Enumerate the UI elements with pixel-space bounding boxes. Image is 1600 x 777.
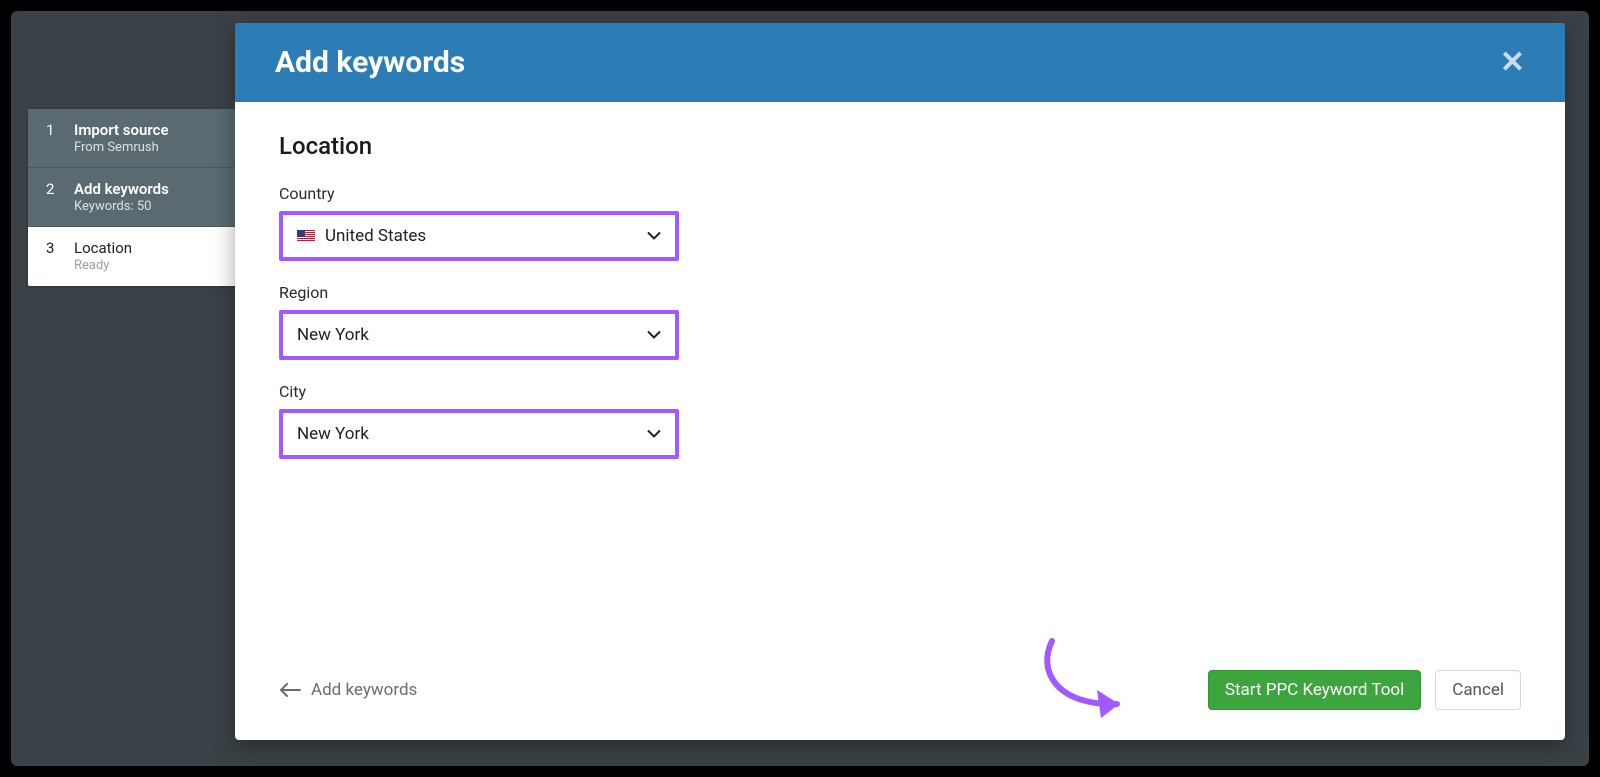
back-button[interactable]: Add keywords xyxy=(279,680,417,700)
us-flag-icon xyxy=(297,230,315,242)
step-number: 3 xyxy=(46,239,58,257)
step-sub: Keywords: 50 xyxy=(74,199,169,214)
modal-footer: Add keywords Start PPC Keyword Tool Canc… xyxy=(235,652,1565,740)
step-label: Add keywords xyxy=(74,180,169,198)
country-label: Country xyxy=(279,184,679,203)
step-location[interactable]: 3 Location Ready xyxy=(28,227,248,286)
region-value: New York xyxy=(297,325,369,345)
close-icon[interactable]: ✕ xyxy=(1500,48,1525,78)
chevron-down-icon xyxy=(647,430,661,439)
chevron-down-icon xyxy=(647,232,661,241)
highlight-country: United States xyxy=(279,211,679,261)
step-sub: From Semrush xyxy=(74,140,169,155)
modal-body: Location Country United States Region xyxy=(235,102,1565,652)
section-title: Location xyxy=(279,132,1521,160)
start-ppc-keyword-tool-button[interactable]: Start PPC Keyword Tool xyxy=(1208,670,1421,710)
country-value: United States xyxy=(325,226,426,246)
highlight-region: New York xyxy=(279,310,679,360)
add-keywords-modal: Add keywords ✕ Location Country United S… xyxy=(235,23,1565,740)
field-region: Region New York xyxy=(279,283,679,360)
step-label: Import source xyxy=(74,121,169,139)
highlight-city: New York xyxy=(279,409,679,459)
wizard-stepper: 1 Import source From Semrush 2 Add keywo… xyxy=(28,109,248,286)
step-label: Location xyxy=(74,239,132,257)
region-select[interactable]: New York xyxy=(283,314,675,356)
step-number: 2 xyxy=(46,180,58,198)
back-label: Add keywords xyxy=(311,680,417,700)
modal-header: Add keywords ✕ xyxy=(235,23,1565,102)
city-label: City xyxy=(279,382,679,401)
step-number: 1 xyxy=(46,121,58,139)
country-select[interactable]: United States xyxy=(283,215,675,257)
cancel-button[interactable]: Cancel xyxy=(1435,670,1521,710)
region-label: Region xyxy=(279,283,679,302)
step-sub: Ready xyxy=(74,258,132,273)
footer-actions: Start PPC Keyword Tool Cancel xyxy=(1208,670,1521,710)
city-value: New York xyxy=(297,424,369,444)
modal-title: Add keywords xyxy=(275,45,465,80)
chevron-down-icon xyxy=(647,331,661,340)
app-shell: 1 Import source From Semrush 2 Add keywo… xyxy=(11,11,1589,766)
arrow-left-icon xyxy=(279,683,301,697)
field-city: City New York xyxy=(279,382,679,459)
step-add-keywords[interactable]: 2 Add keywords Keywords: 50 xyxy=(28,168,248,227)
field-country: Country United States xyxy=(279,184,679,261)
city-select[interactable]: New York xyxy=(283,413,675,455)
step-import-source[interactable]: 1 Import source From Semrush xyxy=(28,109,248,168)
